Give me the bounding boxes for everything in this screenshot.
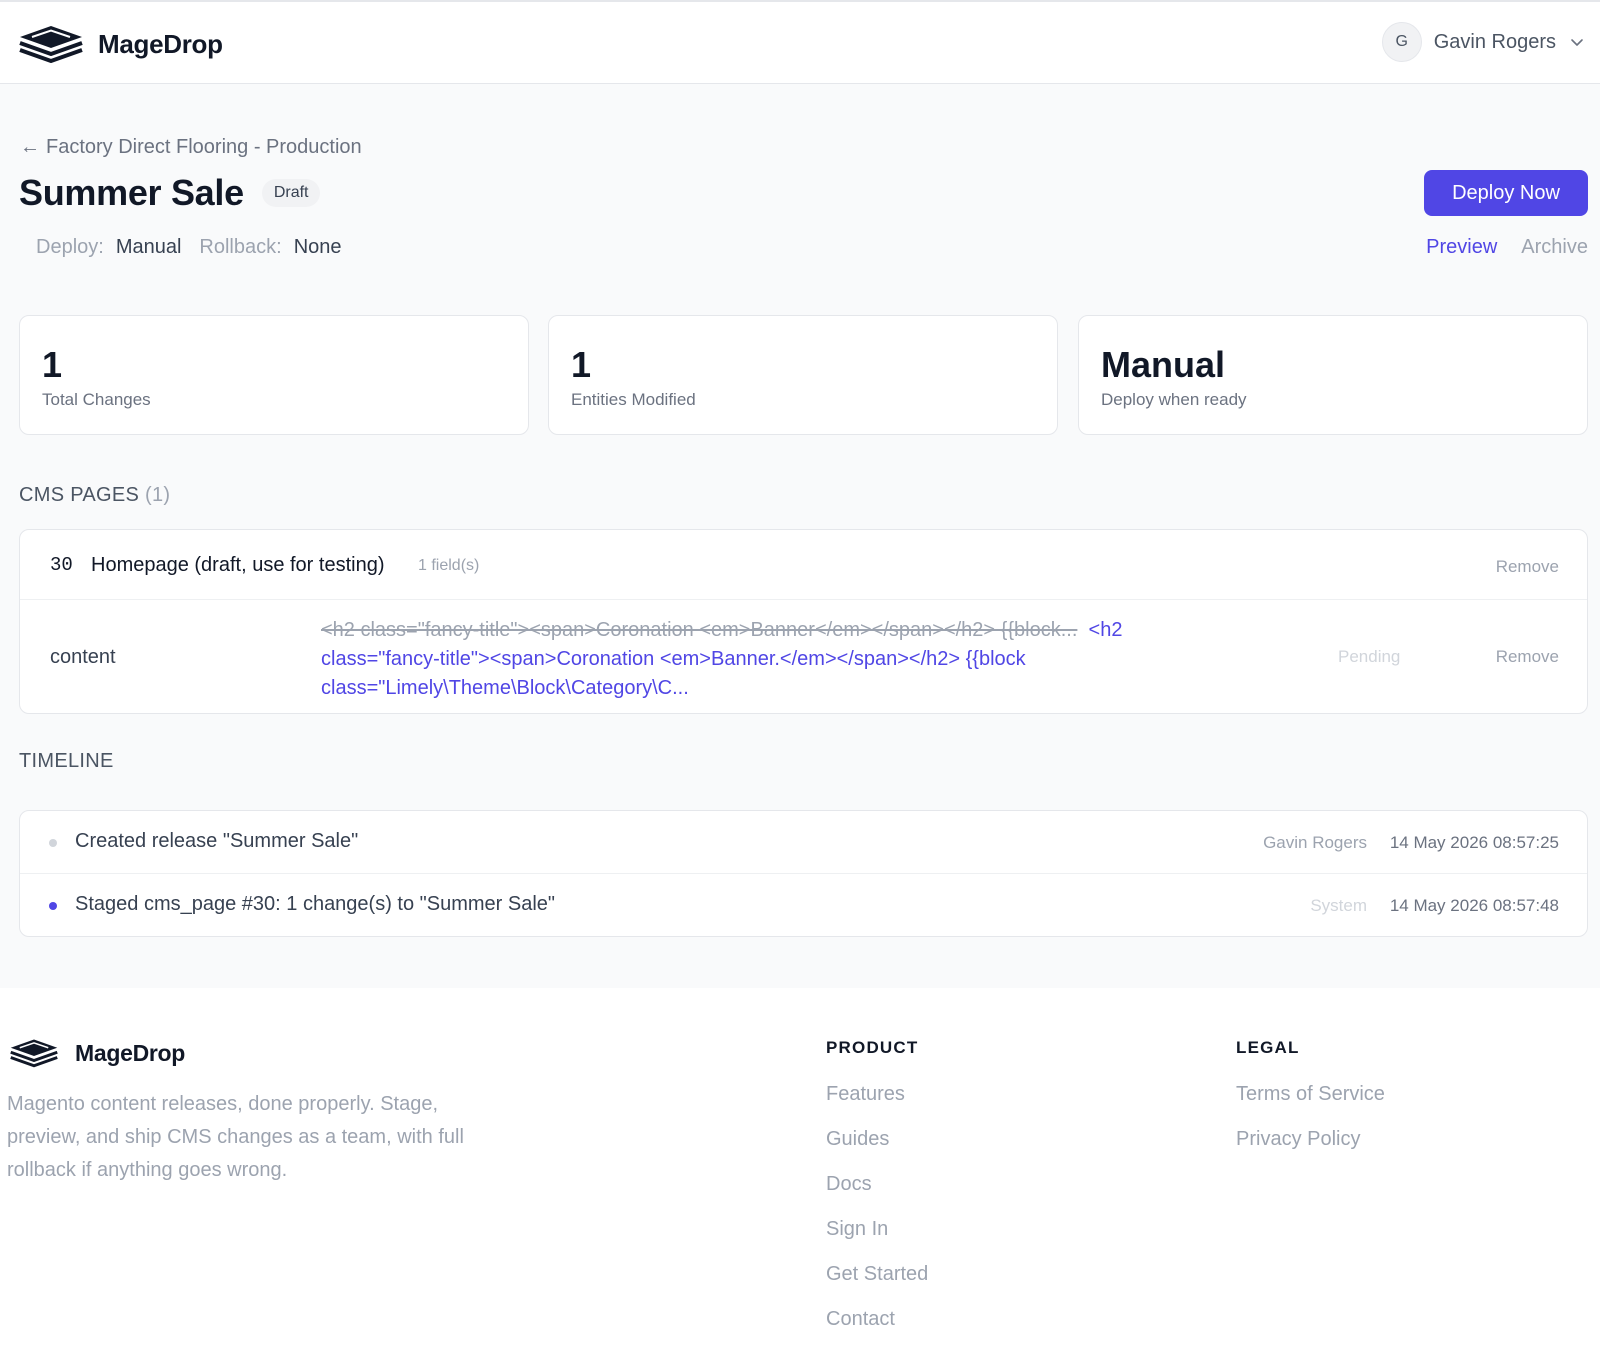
- footer-brand[interactable]: MageDrop: [7, 1038, 185, 1068]
- footer-link-contact[interactable]: Contact: [826, 1307, 928, 1331]
- change-status: Pending: [1338, 647, 1401, 666]
- entity-id: 30: [50, 554, 73, 576]
- timeline-dot: [49, 902, 57, 910]
- footer-link-guides[interactable]: Guides: [826, 1127, 928, 1151]
- stat-label: Total Changes: [42, 390, 151, 409]
- cms-pages-heading-text: CMS PAGES: [19, 484, 140, 506]
- cms-entity-row: 30 Homepage (draft, use for testing) 1 f…: [20, 530, 1587, 600]
- stat-label: Entities Modified: [571, 390, 696, 409]
- page-title: Summer Sale: [19, 172, 244, 213]
- footer-tagline: Magento content releases, done properly.…: [7, 1093, 464, 1181]
- entity-field-count: 1 field(s): [418, 557, 480, 574]
- breadcrumb-back-link[interactable]: ← Factory Direct Flooring - Production: [20, 136, 362, 159]
- field-diff: <h2 class="fancy-title"><span>Coronation…: [321, 616, 1221, 703]
- timeline-text: Created release "Summer Sale": [75, 830, 359, 852]
- deploy-now-button[interactable]: Deploy Now: [1424, 170, 1588, 216]
- avatar: G: [1381, 22, 1422, 62]
- archive-link[interactable]: Archive: [1521, 236, 1588, 259]
- footer-link-sign-in[interactable]: Sign In: [826, 1217, 928, 1241]
- stat-value: Manual: [1101, 344, 1226, 385]
- footer-brand-name: MageDrop: [75, 1039, 186, 1066]
- footer-product-column: PRODUCT Features Guides Docs Sign In Get…: [826, 1038, 928, 1331]
- breadcrumb-label: Factory Direct Flooring - Production: [46, 136, 362, 158]
- stat-value: 1: [42, 344, 63, 385]
- stat-label: Deploy when ready: [1101, 390, 1247, 409]
- user-menu[interactable]: G Gavin Rogers: [1381, 22, 1584, 62]
- remove-entity-button[interactable]: Remove: [1496, 557, 1559, 577]
- release-meta: Deploy: Manual Rollback: None: [36, 236, 360, 259]
- user-name: Gavin Rogers: [1433, 30, 1556, 53]
- old-value: <h2 class="fancy-title"><span>Coronation…: [321, 619, 1078, 641]
- timeline-actor: System: [1310, 896, 1367, 915]
- footer-legal-column: LEGAL Terms of Service Privacy Policy: [1236, 1038, 1385, 1151]
- title-row: Summer Sale Draft: [19, 172, 321, 214]
- chevron-down-icon: [1571, 39, 1583, 46]
- stat-card-deploy-mode: Manual Deploy when ready: [1078, 315, 1588, 435]
- footer-legal-heading: LEGAL: [1236, 1038, 1300, 1057]
- magedrop-logo-icon: [10, 1039, 58, 1068]
- stat-value: 1: [571, 344, 592, 385]
- site-footer: MageDrop Magento content releases, done …: [0, 988, 1600, 1358]
- footer-link-privacy[interactable]: Privacy Policy: [1236, 1127, 1385, 1151]
- footer-product-heading: PRODUCT: [826, 1038, 919, 1057]
- footer-link-features[interactable]: Features: [826, 1082, 928, 1106]
- footer-link-get-started[interactable]: Get Started: [826, 1262, 928, 1286]
- cms-pages-count: (1): [145, 484, 171, 506]
- footer-link-terms[interactable]: Terms of Service: [1236, 1082, 1385, 1106]
- brand-home-link[interactable]: MageDrop: [18, 24, 223, 64]
- arrow-left-icon: ←: [20, 136, 40, 158]
- timeline-actor: Gavin Rogers: [1263, 833, 1367, 852]
- timeline-list: Created release "Summer Sale" Gavin Roge…: [19, 810, 1588, 937]
- deploy-value: Manual: [115, 236, 182, 258]
- timeline-item: Staged cms_page #30: 1 change(s) to "Sum…: [20, 874, 1587, 936]
- status-badge: Draft: [261, 179, 321, 207]
- stat-card-total-changes: 1 Total Changes: [19, 315, 529, 435]
- timeline-time: 14 May 2026 08:57:25: [1389, 833, 1559, 852]
- cms-page-change-card: 30 Homepage (draft, use for testing) 1 f…: [19, 529, 1588, 714]
- top-navbar: MageDrop G Gavin Rogers: [0, 0, 1600, 84]
- footer-link-docs[interactable]: Docs: [826, 1172, 928, 1196]
- remove-change-button[interactable]: Remove: [1496, 647, 1559, 667]
- cms-pages-heading: CMS PAGES (1): [19, 484, 170, 507]
- rollback-label: Rollback:: [199, 236, 282, 258]
- timeline-time: 14 May 2026 08:57:48: [1389, 896, 1559, 915]
- field-name: content: [50, 646, 116, 668]
- deploy-label: Deploy:: [36, 236, 104, 258]
- entity-name: Homepage (draft, use for testing): [91, 554, 385, 576]
- brand-name: MageDrop: [98, 28, 223, 59]
- preview-link[interactable]: Preview: [1426, 236, 1497, 259]
- magedrop-logo-icon: [19, 26, 83, 63]
- stat-card-entities-modified: 1 Entities Modified: [548, 315, 1058, 435]
- rollback-value: None: [293, 236, 342, 258]
- timeline-dot: [49, 839, 57, 847]
- timeline-item: Created release "Summer Sale" Gavin Roge…: [20, 811, 1587, 874]
- timeline-heading: TIMELINE: [19, 750, 114, 772]
- timeline-text: Staged cms_page #30: 1 change(s) to "Sum…: [75, 893, 556, 915]
- release-actions: Preview Archive: [1426, 236, 1588, 259]
- release-detail: ← Factory Direct Flooring - Production S…: [0, 84, 1600, 988]
